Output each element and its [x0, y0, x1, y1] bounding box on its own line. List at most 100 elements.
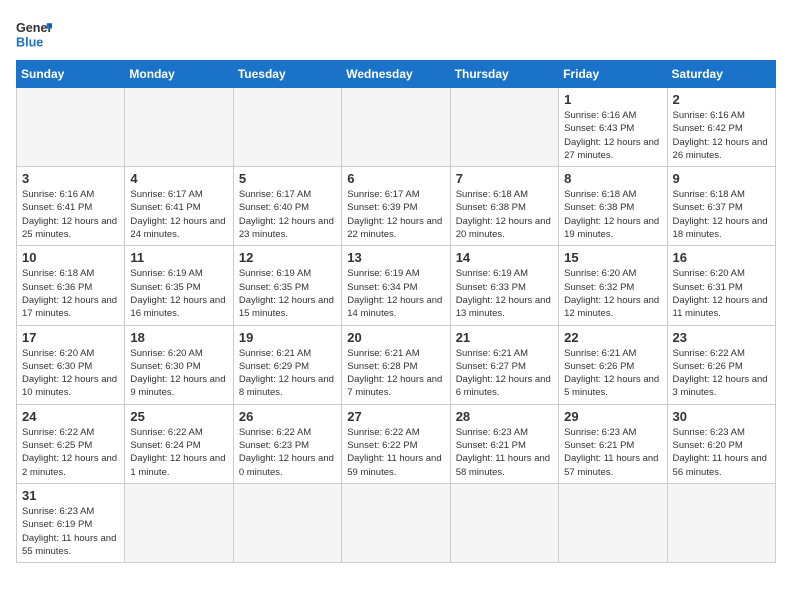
day-info: Sunrise: 6:23 AM Sunset: 6:21 PM Dayligh…	[564, 426, 661, 479]
weekday-header-thursday: Thursday	[450, 61, 558, 88]
day-number: 25	[130, 409, 227, 424]
week-row-1: 1 Sunrise: 6:16 AM Sunset: 6:43 PM Daylig…	[17, 88, 776, 167]
day-info: Sunrise: 6:20 AM Sunset: 6:30 PM Dayligh…	[130, 347, 227, 400]
day-info: Sunrise: 6:23 AM Sunset: 6:19 PM Dayligh…	[22, 505, 119, 558]
day-number: 23	[673, 330, 770, 345]
week-row-2: 3 Sunrise: 6:16 AM Sunset: 6:41 PM Daylig…	[17, 167, 776, 246]
day-cell: 4 Sunrise: 6:17 AM Sunset: 6:41 PM Daylig…	[125, 167, 233, 246]
day-info: Sunrise: 6:19 AM Sunset: 6:34 PM Dayligh…	[347, 267, 444, 320]
day-number: 27	[347, 409, 444, 424]
day-cell	[125, 88, 233, 167]
day-cell: 27 Sunrise: 6:22 AM Sunset: 6:22 PM Dayli…	[342, 404, 450, 483]
day-cell: 24Sunrise: 6:22 AM Sunset: 6:25 PM Dayli…	[17, 404, 125, 483]
day-cell: 7 Sunrise: 6:18 AM Sunset: 6:38 PM Daylig…	[450, 167, 558, 246]
day-cell: 30Sunrise: 6:23 AM Sunset: 6:20 PM Dayli…	[667, 404, 775, 483]
day-cell: 26 Sunrise: 6:22 AM Sunset: 6:23 PM Dayli…	[233, 404, 341, 483]
day-number: 6	[347, 171, 444, 186]
day-cell: 14Sunrise: 6:19 AM Sunset: 6:33 PM Dayli…	[450, 246, 558, 325]
day-info: Sunrise: 6:16 AM Sunset: 6:43 PM Dayligh…	[564, 109, 661, 162]
day-number: 13	[347, 250, 444, 265]
day-cell: 1 Sunrise: 6:16 AM Sunset: 6:43 PM Daylig…	[559, 88, 667, 167]
day-cell	[233, 483, 341, 562]
day-info: Sunrise: 6:17 AM Sunset: 6:40 PM Dayligh…	[239, 188, 336, 241]
week-row-3: 10 Sunrise: 6:18 AM Sunset: 6:36 PM Dayli…	[17, 246, 776, 325]
logo: General Blue	[16, 16, 52, 52]
day-number: 12	[239, 250, 336, 265]
svg-text:Blue: Blue	[16, 36, 43, 50]
day-cell: 6Sunrise: 6:17 AM Sunset: 6:39 PM Daylig…	[342, 167, 450, 246]
day-number: 29	[564, 409, 661, 424]
day-number: 18	[130, 330, 227, 345]
day-number: 3	[22, 171, 119, 186]
week-row-5: 24Sunrise: 6:22 AM Sunset: 6:25 PM Dayli…	[17, 404, 776, 483]
day-cell	[233, 88, 341, 167]
day-cell: 16 Sunrise: 6:20 AM Sunset: 6:31 PM Dayli…	[667, 246, 775, 325]
day-info: Sunrise: 6:23 AM Sunset: 6:21 PM Dayligh…	[456, 426, 553, 479]
day-number: 7	[456, 171, 553, 186]
day-number: 22	[564, 330, 661, 345]
day-number: 10	[22, 250, 119, 265]
day-cell	[450, 88, 558, 167]
day-cell: 15 Sunrise: 6:20 AM Sunset: 6:32 PM Dayli…	[559, 246, 667, 325]
day-info: Sunrise: 6:18 AM Sunset: 6:38 PM Dayligh…	[456, 188, 553, 241]
day-info: Sunrise: 6:22 AM Sunset: 6:23 PM Dayligh…	[239, 426, 336, 479]
day-number: 19	[239, 330, 336, 345]
day-cell: 12Sunrise: 6:19 AM Sunset: 6:35 PM Dayli…	[233, 246, 341, 325]
week-row-6: 31 Sunrise: 6:23 AM Sunset: 6:19 PM Dayli…	[17, 483, 776, 562]
day-cell: 25 Sunrise: 6:22 AM Sunset: 6:24 PM Dayli…	[125, 404, 233, 483]
weekday-header-friday: Friday	[559, 61, 667, 88]
logo-icon: General Blue	[16, 16, 52, 52]
day-info: Sunrise: 6:23 AM Sunset: 6:20 PM Dayligh…	[673, 426, 770, 479]
day-info: Sunrise: 6:18 AM Sunset: 6:36 PM Dayligh…	[22, 267, 119, 320]
day-cell: 8Sunrise: 6:18 AM Sunset: 6:38 PM Daylig…	[559, 167, 667, 246]
day-cell: 13 Sunrise: 6:19 AM Sunset: 6:34 PM Dayli…	[342, 246, 450, 325]
day-info: Sunrise: 6:22 AM Sunset: 6:24 PM Dayligh…	[130, 426, 227, 479]
day-info: Sunrise: 6:21 AM Sunset: 6:28 PM Dayligh…	[347, 347, 444, 400]
day-cell: 29 Sunrise: 6:23 AM Sunset: 6:21 PM Dayli…	[559, 404, 667, 483]
day-cell: 3 Sunrise: 6:16 AM Sunset: 6:41 PM Daylig…	[17, 167, 125, 246]
day-info: Sunrise: 6:19 AM Sunset: 6:33 PM Dayligh…	[456, 267, 553, 320]
day-number: 15	[564, 250, 661, 265]
calendar-table: SundayMondayTuesdayWednesdayThursdayFrid…	[16, 60, 776, 563]
day-info: Sunrise: 6:18 AM Sunset: 6:37 PM Dayligh…	[673, 188, 770, 241]
day-cell: 28Sunrise: 6:23 AM Sunset: 6:21 PM Dayli…	[450, 404, 558, 483]
day-info: Sunrise: 6:21 AM Sunset: 6:27 PM Dayligh…	[456, 347, 553, 400]
day-number: 26	[239, 409, 336, 424]
day-info: Sunrise: 6:21 AM Sunset: 6:26 PM Dayligh…	[564, 347, 661, 400]
day-info: Sunrise: 6:22 AM Sunset: 6:22 PM Dayligh…	[347, 426, 444, 479]
day-number: 17	[22, 330, 119, 345]
day-cell: 20 Sunrise: 6:21 AM Sunset: 6:28 PM Dayli…	[342, 325, 450, 404]
day-number: 4	[130, 171, 227, 186]
day-info: Sunrise: 6:20 AM Sunset: 6:32 PM Dayligh…	[564, 267, 661, 320]
day-cell	[667, 483, 775, 562]
day-info: Sunrise: 6:20 AM Sunset: 6:31 PM Dayligh…	[673, 267, 770, 320]
week-row-4: 17 Sunrise: 6:20 AM Sunset: 6:30 PM Dayli…	[17, 325, 776, 404]
weekday-header-tuesday: Tuesday	[233, 61, 341, 88]
day-info: Sunrise: 6:16 AM Sunset: 6:42 PM Dayligh…	[673, 109, 770, 162]
day-cell: 19 Sunrise: 6:21 AM Sunset: 6:29 PM Dayli…	[233, 325, 341, 404]
day-cell	[342, 483, 450, 562]
day-cell: 9Sunrise: 6:18 AM Sunset: 6:37 PM Daylig…	[667, 167, 775, 246]
day-cell	[342, 88, 450, 167]
day-info: Sunrise: 6:22 AM Sunset: 6:25 PM Dayligh…	[22, 426, 119, 479]
day-info: Sunrise: 6:20 AM Sunset: 6:30 PM Dayligh…	[22, 347, 119, 400]
day-cell: 11 Sunrise: 6:19 AM Sunset: 6:35 PM Dayli…	[125, 246, 233, 325]
day-info: Sunrise: 6:17 AM Sunset: 6:41 PM Dayligh…	[130, 188, 227, 241]
day-cell: 22 Sunrise: 6:21 AM Sunset: 6:26 PM Dayli…	[559, 325, 667, 404]
day-number: 16	[673, 250, 770, 265]
day-cell: 10 Sunrise: 6:18 AM Sunset: 6:36 PM Dayli…	[17, 246, 125, 325]
day-cell: 17 Sunrise: 6:20 AM Sunset: 6:30 PM Dayli…	[17, 325, 125, 404]
weekday-header-row: SundayMondayTuesdayWednesdayThursdayFrid…	[17, 61, 776, 88]
day-number: 20	[347, 330, 444, 345]
day-number: 31	[22, 488, 119, 503]
day-cell: 18 Sunrise: 6:20 AM Sunset: 6:30 PM Dayli…	[125, 325, 233, 404]
day-info: Sunrise: 6:16 AM Sunset: 6:41 PM Dayligh…	[22, 188, 119, 241]
day-cell: 21 Sunrise: 6:21 AM Sunset: 6:27 PM Dayli…	[450, 325, 558, 404]
day-number: 1	[564, 92, 661, 107]
weekday-header-saturday: Saturday	[667, 61, 775, 88]
day-number: 8	[564, 171, 661, 186]
day-info: Sunrise: 6:19 AM Sunset: 6:35 PM Dayligh…	[130, 267, 227, 320]
day-info: Sunrise: 6:21 AM Sunset: 6:29 PM Dayligh…	[239, 347, 336, 400]
day-number: 21	[456, 330, 553, 345]
day-number: 11	[130, 250, 227, 265]
